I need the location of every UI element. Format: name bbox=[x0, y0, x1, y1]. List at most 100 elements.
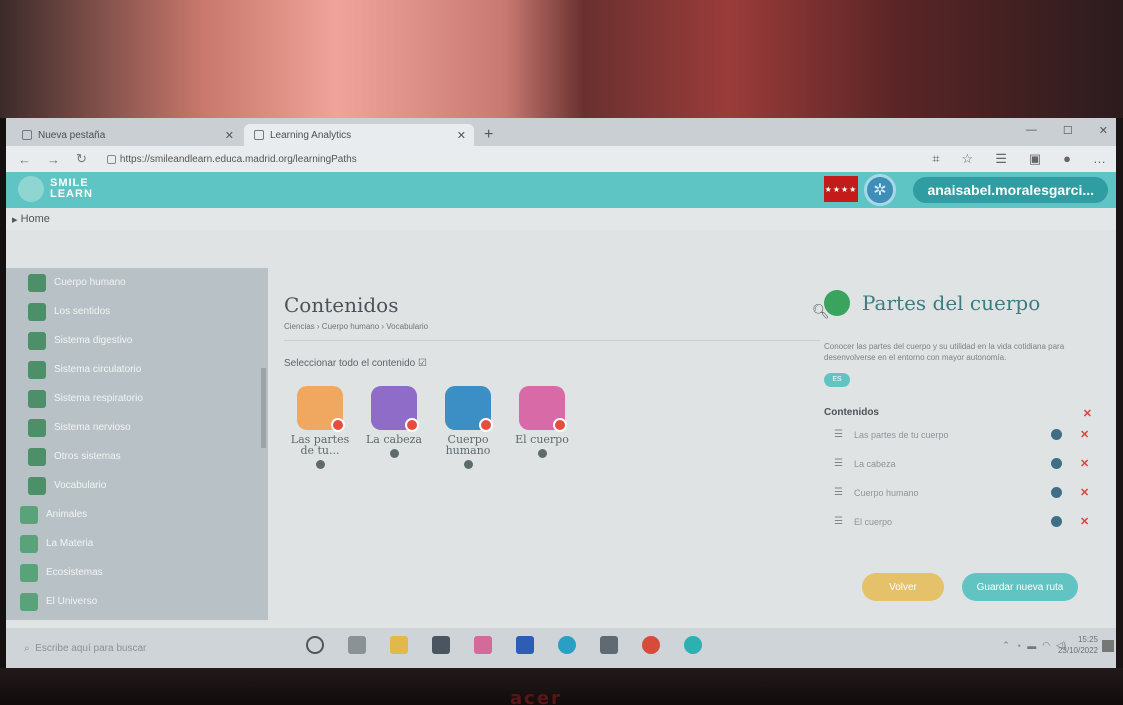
topic-icon bbox=[20, 563, 38, 582]
close-icon[interactable]: ✕ bbox=[457, 129, 466, 142]
clock[interactable]: 15:25 23/10/2022 bbox=[1058, 634, 1098, 656]
sidebar-item[interactable]: Cuerpo humano bbox=[6, 268, 268, 297]
search-icon: ⌕ bbox=[24, 642, 36, 654]
store-icon[interactable] bbox=[432, 636, 450, 654]
sidebar-item[interactable]: Animales bbox=[6, 500, 268, 529]
collections-icon[interactable]: ▣ bbox=[1029, 151, 1041, 167]
user-menu-button[interactable]: anaisabel.moralesgarci... bbox=[913, 177, 1108, 203]
minimize-icon[interactable]: — bbox=[1026, 124, 1037, 137]
background-room bbox=[0, 0, 1123, 118]
chevron-right-icon: ▸ bbox=[12, 213, 21, 226]
sidebar-item[interactable]: Otros sistemas bbox=[6, 442, 268, 471]
info-icon[interactable] bbox=[389, 449, 399, 458]
content-card[interactable]: El cuerpo bbox=[506, 386, 578, 474]
back-icon[interactable]: ← bbox=[18, 152, 31, 167]
panel-header: Partes del cuerpo bbox=[824, 283, 1092, 323]
remove-icon[interactable]: ✕ bbox=[1080, 457, 1092, 470]
grid-icon[interactable]: ⌗ bbox=[932, 151, 939, 167]
sidebar-item[interactable]: Ecosistemas bbox=[6, 558, 268, 587]
close-icon[interactable]: ✕ bbox=[225, 129, 234, 142]
info-icon[interactable] bbox=[463, 460, 473, 469]
edge-icon[interactable] bbox=[558, 636, 576, 654]
file-explorer-icon[interactable] bbox=[390, 636, 408, 654]
path-item[interactable]: ☰ Cuerpo humano ✕ bbox=[824, 478, 1092, 507]
app-icon[interactable] bbox=[474, 636, 492, 654]
body-parts-icon bbox=[824, 290, 850, 316]
topic-icon bbox=[28, 476, 46, 495]
info-icon[interactable] bbox=[1051, 458, 1062, 469]
close-window-icon[interactable]: ✕ bbox=[1099, 124, 1108, 137]
url-field[interactable]: https://smileandlearn.educa.madrid.org/l… bbox=[120, 154, 357, 165]
save-path-button[interactable]: Guardar nueva ruta bbox=[962, 573, 1078, 601]
path-item[interactable]: ☰ La cabeza ✕ bbox=[824, 449, 1092, 478]
content-card[interactable]: Cuerpo humano bbox=[432, 386, 504, 474]
topic-icon bbox=[28, 302, 46, 321]
checkbox-icon[interactable]: ☑ bbox=[418, 358, 427, 369]
cortana-icon[interactable] bbox=[306, 636, 324, 654]
sidebar-item[interactable]: Los sentidos bbox=[6, 297, 268, 326]
battery-icon[interactable]: ▬ bbox=[1027, 641, 1036, 651]
breadcrumb-home[interactable]: Home bbox=[21, 213, 50, 225]
sidebar-item[interactable]: Sistema digestivo bbox=[6, 326, 268, 355]
page-title: Contenidos bbox=[284, 293, 399, 317]
remove-icon[interactable]: ✕ bbox=[1080, 515, 1092, 528]
chevron-up-icon[interactable]: ⌃ bbox=[1002, 640, 1010, 651]
sidebar-scrollbar[interactable] bbox=[261, 368, 266, 448]
network-icon[interactable]: ◔ bbox=[1016, 641, 1021, 651]
info-icon[interactable] bbox=[1051, 429, 1062, 440]
task-view-icon[interactable] bbox=[348, 636, 366, 654]
drag-handle-icon[interactable]: ☰ bbox=[834, 458, 848, 469]
browser-toolbar: ⌗ ☆ ☰ ▣ ● … bbox=[932, 151, 1106, 167]
content-breadcrumb: Ciencias › Cuerpo humano › Vocabulario bbox=[284, 322, 429, 331]
info-icon[interactable] bbox=[315, 460, 325, 469]
page-icon bbox=[22, 130, 32, 140]
select-all-checkbox[interactable]: Seleccionar todo el contenido ☑ bbox=[284, 358, 427, 369]
sidebar-item[interactable]: Sistema circulatorio bbox=[6, 355, 268, 384]
avatar[interactable]: ✲ bbox=[864, 174, 896, 206]
content-card[interactable]: Las partes de tu... bbox=[284, 386, 356, 474]
divider bbox=[284, 340, 820, 341]
topic-icon bbox=[20, 592, 38, 611]
refresh-icon[interactable]: ↻ bbox=[76, 151, 87, 167]
notifications-icon[interactable] bbox=[1102, 640, 1114, 652]
favorites-list-icon[interactable]: ☰ bbox=[995, 151, 1007, 167]
edge-icon[interactable] bbox=[684, 636, 702, 654]
profile-icon[interactable]: ● bbox=[1063, 151, 1071, 167]
content-card[interactable]: La cabeza bbox=[358, 386, 430, 474]
clear-all-icon[interactable]: ✕ bbox=[1083, 407, 1092, 420]
drag-handle-icon[interactable]: ☰ bbox=[834, 516, 848, 527]
sidebar-item[interactable]: La Materia bbox=[6, 529, 268, 558]
path-item[interactable]: ☰ Las partes de tu cuerpo ✕ bbox=[824, 420, 1092, 449]
back-button[interactable]: Volver bbox=[862, 573, 944, 601]
tab-new[interactable]: Nueva pestaña ✕ bbox=[12, 124, 242, 146]
drag-handle-icon[interactable]: ☰ bbox=[834, 429, 848, 440]
content-cards: Las partes de tu... La cabeza Cuerpo hum… bbox=[284, 386, 580, 474]
info-icon[interactable] bbox=[1051, 487, 1062, 498]
taskbar-search[interactable]: ⌕ Escribe aquí para buscar bbox=[6, 634, 286, 662]
sidebar-item[interactable]: El Universo bbox=[6, 587, 268, 616]
forward-icon[interactable]: → bbox=[47, 152, 60, 167]
maximize-icon[interactable]: ☐ bbox=[1063, 124, 1073, 137]
favorite-icon[interactable]: ☆ bbox=[962, 151, 974, 167]
new-tab-button[interactable]: + bbox=[476, 124, 501, 146]
system-tray: ⌃ ◔ ▬ ◠ ◁) bbox=[1002, 640, 1066, 651]
sidebar-item[interactable]: Sistema nervioso bbox=[6, 413, 268, 442]
smile-learn-logo[interactable]: SMILE LEARN bbox=[18, 176, 93, 202]
chrome-icon[interactable] bbox=[642, 636, 660, 654]
info-icon[interactable] bbox=[537, 449, 547, 458]
taskbar-apps bbox=[306, 636, 702, 654]
wifi-icon[interactable]: ◠ bbox=[1042, 640, 1050, 651]
remove-icon[interactable]: ✕ bbox=[1080, 486, 1092, 499]
play-icon bbox=[405, 418, 419, 432]
sidebar-item[interactable]: Vocabulario bbox=[6, 471, 268, 500]
sidebar-item[interactable]: Sistema respiratorio bbox=[6, 384, 268, 413]
mail-icon[interactable] bbox=[600, 636, 618, 654]
remove-icon[interactable]: ✕ bbox=[1080, 428, 1092, 441]
drag-handle-icon[interactable]: ☰ bbox=[834, 487, 848, 498]
word-icon[interactable] bbox=[516, 636, 534, 654]
more-icon[interactable]: … bbox=[1093, 151, 1106, 167]
path-item[interactable]: ☰ El cuerpo ✕ bbox=[824, 507, 1092, 536]
info-icon[interactable] bbox=[1051, 516, 1062, 527]
sidebar: Cuerpo humano Los sentidos Sistema diges… bbox=[6, 268, 268, 620]
tab-learning-analytics[interactable]: Learning Analytics ✕ bbox=[244, 124, 474, 146]
